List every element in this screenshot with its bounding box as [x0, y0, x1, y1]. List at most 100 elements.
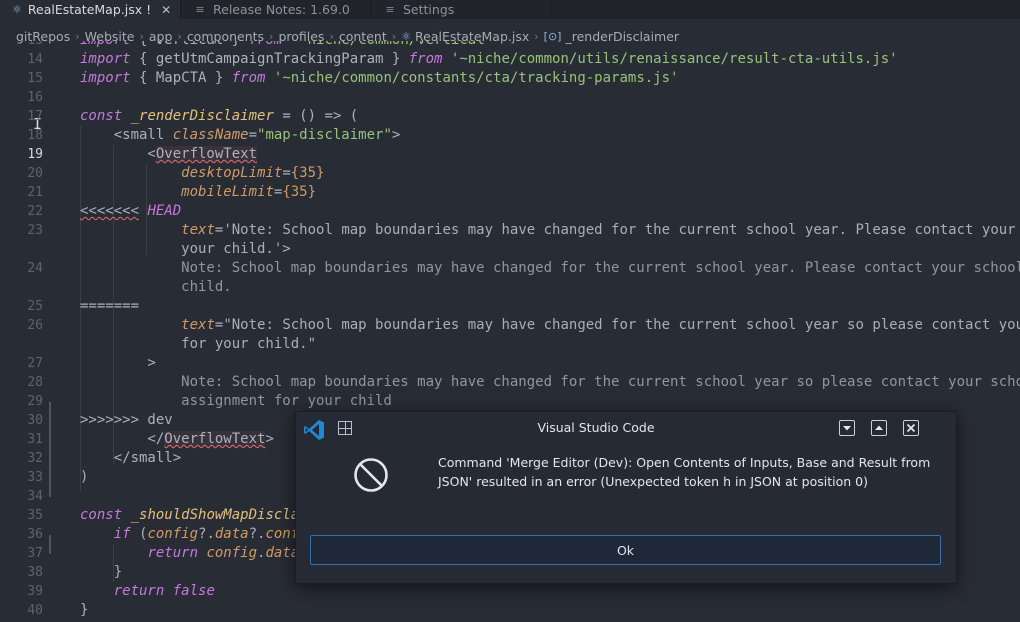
code-line[interactable]: 22 <<<<<<< HEAD: [0, 202, 1020, 221]
line-number: 23: [27, 223, 43, 238]
code-line[interactable]: 19 <OverflowText: [0, 145, 1020, 164]
code-token: mobileLimit: [181, 184, 274, 200]
line-number: 24: [27, 261, 43, 276]
code-line[interactable]: 28 Note: School map boundaries may have …: [0, 373, 1020, 392]
code-line[interactable]: 29 assignment for your child: [0, 392, 1020, 411]
code-text: desktopLimit={35}: [80, 164, 324, 183]
code-token: false: [172, 583, 215, 599]
code-line[interactable]: 23 text='Note: School map boundaries may…: [0, 221, 1020, 240]
line-number: 40: [27, 603, 43, 618]
line-number: 34: [27, 489, 43, 504]
code-text: =======: [80, 297, 139, 316]
code-text: Note: School map boundaries may have cha…: [80, 373, 1020, 392]
code-token: {35}: [290, 165, 325, 181]
code-token: ?.: [248, 526, 266, 542]
code-line[interactable]: 17 const _renderDisclaimer = () => (: [0, 107, 1020, 126]
line-number: 22: [27, 204, 43, 219]
chevron-up-icon: [875, 425, 883, 430]
close-icon[interactable]: ✕: [161, 3, 171, 17]
tab-realestatemap[interactable]: ⚛ RealEstateMap.jsx ! ✕: [0, 0, 181, 19]
code-token: your child.': [80, 241, 283, 257]
code-token: from: [231, 70, 266, 86]
code-text: </small>: [80, 449, 181, 468]
code-line[interactable]: 13 import { Vertical } from '~niche/commo…: [0, 41, 1020, 50]
ok-button[interactable]: Ok: [310, 535, 941, 565]
code-line[interactable]: 25 =======: [0, 297, 1020, 316]
code-text: const _renderDisclaimer = () => (: [80, 107, 358, 126]
code-line[interactable]: 26 text="Note: School map boundaries may…: [0, 316, 1020, 335]
code-text: ): [80, 468, 88, 487]
line-number: 36: [27, 527, 43, 542]
code-line[interactable]: for your child.": [0, 335, 1020, 354]
code-token: { getUtmCampaignTrackingParam }: [130, 51, 409, 67]
code-line[interactable]: 40}: [0, 601, 1020, 620]
code-line[interactable]: 27 >: [0, 354, 1020, 373]
code-token: child.: [80, 279, 232, 295]
code-token: Vertical: [156, 41, 223, 48]
code-token: }: [223, 41, 248, 48]
react-icon: ⚛: [12, 3, 22, 16]
code-token: {: [131, 41, 156, 48]
close-button[interactable]: [903, 420, 919, 436]
code-token: }: [80, 564, 123, 580]
code-line[interactable]: 14 import { getUtmCampaignTrackingParam }…: [0, 50, 1020, 69]
code-text: for your child.": [80, 335, 316, 354]
code-line[interactable]: child.: [0, 278, 1020, 297]
code-token: const: [80, 108, 123, 124]
error-dialog: Visual Studio Code Command 'Merge Editor…: [295, 411, 957, 584]
code-text: text="Note: School map boundaries may ha…: [80, 316, 1020, 335]
code-line[interactable]: 20 desktopLimit={35}: [0, 164, 1020, 183]
code-text: <small className="map-disclaimer">: [80, 126, 401, 145]
error-icon: [354, 458, 388, 492]
tab-release-notes[interactable]: ≡ Release Notes: 1.69.0: [181, 0, 371, 19]
code-line[interactable]: 15 import { MapCTA } from '~niche/common/…: [0, 69, 1020, 88]
code-token: </: [80, 431, 165, 447]
minimize-button[interactable]: [839, 420, 855, 436]
code-line[interactable]: your child.'>: [0, 240, 1020, 259]
code-token: return: [113, 583, 165, 599]
line-number: 14: [27, 52, 43, 67]
line-number: 31: [27, 432, 43, 447]
line-number: 30: [27, 413, 43, 428]
code-text: <<<<<<< HEAD: [80, 202, 181, 221]
line-number: 25: [27, 299, 43, 314]
code-text: }: [80, 563, 122, 582]
tab-settings[interactable]: ≡ Settings: [371, 0, 551, 19]
code-line[interactable]: 18 <small className="map-disclaimer">: [0, 126, 1020, 145]
code-line[interactable]: 16: [0, 88, 1020, 107]
line-number: 26: [27, 318, 43, 333]
tab-bar: ⚛ RealEstateMap.jsx ! ✕ ≡ Release Notes:…: [0, 0, 1020, 19]
code-token: assignment for your child: [80, 393, 392, 409]
code-token: from: [408, 51, 443, 67]
code-token: text: [181, 222, 215, 238]
code-line[interactable]: 24 Note: School map boundaries may have …: [0, 259, 1020, 278]
line-number: 28: [27, 375, 43, 390]
code-token: Note: School map boundaries may have cha…: [80, 374, 1020, 390]
code-token: text: [181, 317, 215, 333]
code-token: from: [249, 41, 283, 48]
code-token: 'Note: School map boundaries may have ch…: [223, 222, 1016, 238]
code-line[interactable]: 21 mobileLimit={35}: [0, 183, 1020, 202]
code-text: const _shouldShowMapDiscla: [80, 506, 299, 525]
code-token: import: [80, 51, 131, 67]
code-text: return false: [80, 582, 215, 601]
line-number: 29: [27, 394, 43, 409]
code-token: OverflowText: [164, 431, 266, 447]
code-token: '~niche/common/constants/cta/tracking-pa…: [273, 70, 679, 86]
line-number: 32: [27, 451, 43, 466]
code-text: text='Note: School map boundaries may ha…: [80, 221, 1016, 240]
settings-icon: ≡: [385, 3, 395, 16]
code-token: for your child.": [80, 336, 317, 352]
maximize-button[interactable]: [871, 420, 887, 436]
code-line[interactable]: 39 return false: [0, 582, 1020, 601]
code-token: { MapCTA }: [130, 70, 232, 86]
code-token: <<<<<<<: [80, 203, 140, 219]
line-number: 17: [27, 109, 43, 124]
code-token: </small>: [80, 450, 182, 466]
code-token: >>>>>>> dev: [80, 412, 173, 428]
code-token: '~niche/common/utils/renaissance/result-…: [450, 51, 898, 67]
